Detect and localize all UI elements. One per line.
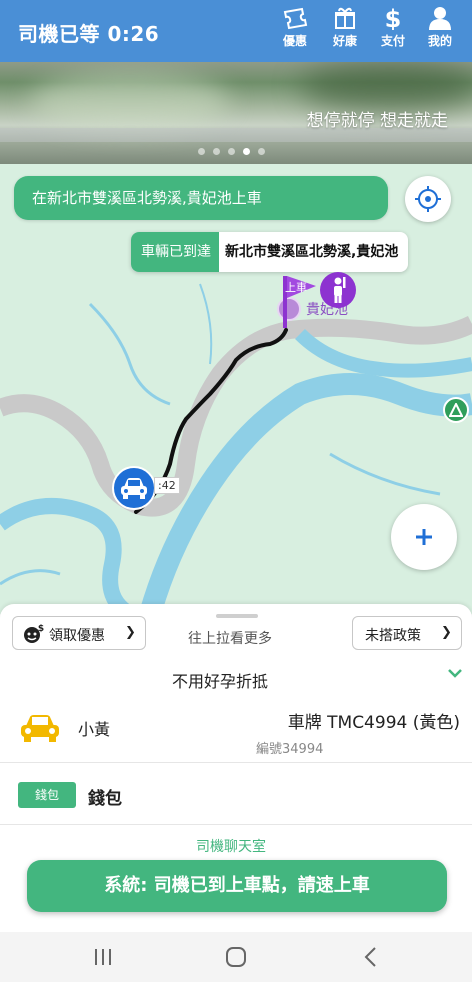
driver-car-pin <box>112 466 156 510</box>
flag-label: 上車 <box>285 280 307 294</box>
chevron-down-icon[interactable] <box>448 668 462 678</box>
banner-dot <box>228 148 235 155</box>
crosshair-icon <box>415 186 441 212</box>
locate-me-button[interactable] <box>405 176 451 222</box>
dollar-icon: $ <box>385 6 402 30</box>
claim-coupon-label: 領取優惠 <box>49 628 105 644</box>
trip-bottom-sheet[interactable]: $ 領取優惠 ❯ 往上拉看更多 未搭政策 ❯ 不用好孕折抵 小黃 車牌 TMC4… <box>0 604 472 932</box>
svg-text:$: $ <box>385 6 402 30</box>
policy-label: 未搭政策 <box>365 628 421 644</box>
discount-option[interactable]: 不用好孕折抵 <box>172 668 268 692</box>
license-plate: 車牌 TMC4994 (黃色) <box>287 713 460 733</box>
top-header: 司機已等 0:26 優惠 好康 $ 支付 我的 <box>0 0 472 62</box>
back-icon[interactable] <box>360 946 382 968</box>
map-view[interactable]: 在新北市雙溪區北勢溪,貴妃池上車 車輛已到達 新北市雙溪區北勢溪,貴妃池 貴妃池… <box>0 164 472 614</box>
banner-pagination <box>198 140 273 159</box>
person-waving-icon <box>334 277 346 303</box>
car-time-label: :42 <box>154 477 180 494</box>
banner-slogan: 想停就停 想走就走 <box>306 111 448 131</box>
home-icon[interactable] <box>225 946 247 968</box>
header-button-coupon[interactable]: 優惠 <box>275 6 315 58</box>
system-status-button[interactable]: 系統: 司機已到上車點，請速上車 <box>27 860 447 912</box>
header-button-payment[interactable]: $ 支付 <box>373 6 413 58</box>
pull-up-hint: 往上拉看更多 <box>188 631 272 647</box>
header-button-coupon-label: 優惠 <box>282 34 307 48</box>
user-icon <box>429 7 451 30</box>
no-ride-policy-button[interactable]: 未搭政策 ❯ <box>352 616 462 650</box>
car-type: 小黃 <box>78 720 111 739</box>
driver-chat-link[interactable]: 司機聊天室 <box>196 836 266 856</box>
header-button-payment-label: 支付 <box>380 34 405 48</box>
payment-method-label[interactable]: 錢包 <box>88 784 122 809</box>
divider <box>0 824 472 825</box>
pickup-location-pill[interactable]: 在新北市雙溪區北勢溪,貴妃池上車 <box>14 176 388 220</box>
pickup-flag-icon: 上車 <box>283 276 316 328</box>
header-button-profile-label: 我的 <box>427 34 452 48</box>
car-icon <box>121 478 147 499</box>
sheet-drag-handle[interactable] <box>216 614 258 618</box>
header-button-deals[interactable]: 好康 <box>325 6 365 58</box>
svg-text:$: $ <box>38 624 44 634</box>
banner-dot <box>213 148 220 155</box>
header-button-deals-label: 好康 <box>332 34 357 48</box>
banner-dot <box>198 148 205 155</box>
banner-dot-active <box>243 148 250 155</box>
system-nav-bar <box>0 932 472 982</box>
arrival-callout: 車輛已到達 新北市雙溪區北勢溪,貴妃池 <box>131 232 409 272</box>
plus-icon <box>416 529 432 545</box>
wait-time-title: 司機已等 0:26 <box>18 22 160 46</box>
claim-coupon-button[interactable]: $ 領取優惠 ❯ <box>12 616 146 650</box>
arrived-tag: 車輛已到達 <box>131 232 219 272</box>
divider <box>0 762 472 763</box>
driver-number: 編號34994 <box>256 742 324 757</box>
add-button[interactable] <box>391 504 457 570</box>
taxi-icon <box>21 715 59 742</box>
tent-icon <box>449 403 463 417</box>
chevron-right-icon: ❯ <box>441 625 452 640</box>
arrived-address: 新北市雙溪區北勢溪,貴妃池 <box>225 244 399 260</box>
header-button-profile[interactable]: 我的 <box>420 6 460 58</box>
chevron-right-icon: ❯ <box>125 625 136 640</box>
gift-icon <box>335 7 355 29</box>
ticket-icon <box>283 7 308 30</box>
wallet-tag: 錢包 <box>18 782 76 808</box>
passenger-pin <box>320 272 356 308</box>
campsite-marker[interactable] <box>443 397 469 423</box>
banner-dot <box>258 148 265 155</box>
coupon-face-icon: $ <box>24 624 44 643</box>
recent-apps-icon[interactable] <box>92 946 114 968</box>
